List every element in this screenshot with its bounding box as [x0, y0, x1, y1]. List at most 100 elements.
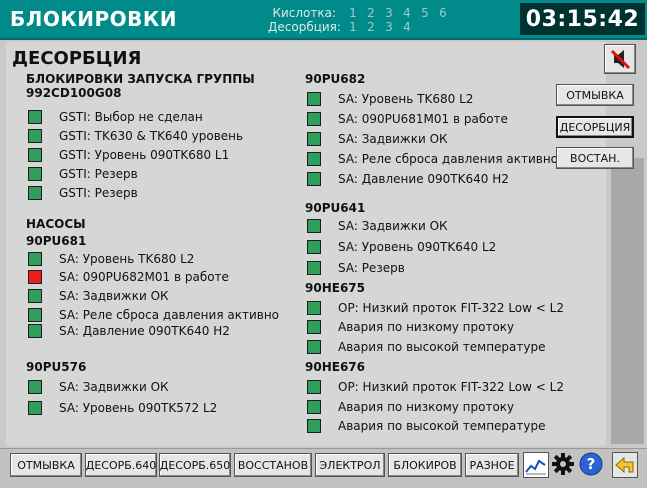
nav-electrol-button[interactable]: ЭЛЕКТРОЛ	[315, 453, 385, 477]
startup-item: GSTI: Резерв	[28, 184, 138, 202]
status-indicator	[307, 240, 321, 254]
item-label: SA: Задвижки ОК	[59, 380, 169, 394]
status-indicator	[307, 112, 321, 126]
item-label: SA: 090PU681M01 в работе	[338, 112, 508, 126]
item-label: Авария по высокой температуре	[338, 340, 546, 354]
status-indicator	[307, 152, 321, 166]
status-indicator	[307, 320, 321, 334]
nav-desorb-640-button[interactable]: ДЕСОРБ.640	[85, 453, 157, 477]
item-label: SA: Реле сброса давления активно	[338, 152, 559, 166]
pump-item: SA: Давление 090TK640 H2	[28, 322, 230, 340]
status-indicator	[307, 419, 321, 433]
nav-restore-button[interactable]: ВОССТАНОВ	[234, 453, 312, 477]
pump-90pu681-title: 90PU681	[26, 234, 87, 248]
desorption-button[interactable]: ДЕСОРБЦИЯ	[556, 116, 634, 138]
trend-chart-icon	[524, 453, 548, 477]
phase-number: 6	[439, 6, 447, 20]
clock: 03:15:42	[520, 3, 645, 35]
back-arrow-icon	[615, 456, 634, 474]
startup-section-title: БЛОКИРОВКИ ЗАПУСКА ГРУППЫ	[26, 72, 255, 86]
exchanger-item: OP: Низкий проток FIT-322 Low < L2	[307, 378, 564, 396]
status-indicator	[28, 401, 42, 415]
status-indicator	[307, 400, 321, 414]
item-label: SA: Давление 090TK640 H2	[338, 172, 509, 186]
nav-interlocks-button[interactable]: БЛОКИРОВ	[388, 453, 462, 477]
item-label: SA: Резерв	[338, 261, 405, 275]
pump-item: SA: Задвижки ОК	[307, 130, 448, 148]
pump-item: SA: Резерв	[307, 259, 405, 277]
scrollbar[interactable]	[611, 158, 644, 444]
pump-item: SA: Задвижки ОК	[307, 217, 448, 235]
phase-number: 5	[421, 6, 429, 20]
pump-90pu682-title: 90PU682	[305, 72, 366, 86]
phase-label: Кислотка:	[272, 6, 336, 20]
mute-alarm-button[interactable]	[604, 44, 636, 74]
item-label: SA: Давление 090TK640 H2	[59, 324, 230, 338]
status-indicator	[28, 167, 42, 181]
startup-item: GSTI: Уровень 090TK680 L1	[28, 146, 229, 164]
settings-button[interactable]	[550, 452, 576, 478]
item-label: OP: Низкий проток FIT-322 Low < L2	[338, 380, 564, 394]
title-bar: БЛОКИРОВКИ Кислотка: 1 2 3 4 5 6 Десорбция: 1 2 3…	[0, 0, 647, 40]
item-label: Авария по высокой температуре	[338, 419, 546, 433]
item-label: SA: Задвижки ОК	[338, 219, 448, 233]
item-label: Авария по низкому протоку	[338, 400, 515, 414]
phase-number: 2	[367, 20, 375, 34]
status-indicator	[307, 340, 321, 354]
item-label: GSTI: Уровень 090TK680 L1	[59, 148, 230, 162]
status-indicator	[28, 252, 42, 266]
trend-button[interactable]	[523, 452, 549, 478]
status-indicator	[28, 148, 42, 162]
app-title: БЛОКИРОВКИ	[10, 7, 177, 31]
back-button[interactable]	[612, 452, 638, 478]
pump-item: SA: Уровень 090TK572 L2	[28, 399, 217, 417]
pump-item: SA: 090PU682M01 в работе	[28, 268, 229, 286]
status-indicator	[28, 324, 42, 338]
item-label: SA: Уровень TK680 L2	[338, 92, 474, 106]
item-label: GSTI: Выбор не сделан	[59, 110, 203, 124]
item-label: SA: Уровень TK680 L2	[59, 252, 195, 266]
item-label: GSTI: Резерв	[59, 186, 138, 200]
svg-text:?: ?	[587, 455, 596, 473]
pump-item: SA: Задвижки ОК	[28, 287, 169, 305]
heat-exchanger-90he675-title: 90HE675	[305, 281, 365, 295]
pump-item: SA: 090PU681M01 в работе	[307, 110, 508, 128]
phase-number: 3	[385, 6, 393, 20]
item-label: GSTI: Резерв	[59, 167, 138, 181]
pump-item: SA: Реле сброса давления активно	[307, 150, 558, 168]
startup-item: GSTI: TK630 & TK640 уровень	[28, 127, 243, 145]
item-label: SA: Задвижки ОК	[338, 132, 448, 146]
pump-90pu576-title: 90PU576	[26, 360, 87, 374]
startup-item: GSTI: Резерв	[28, 165, 138, 183]
status-indicator	[28, 129, 42, 143]
help-button[interactable]: ?	[578, 452, 604, 478]
status-indicator	[28, 110, 42, 124]
startup-item: GSTI: Выбор не сделан	[28, 108, 203, 126]
status-indicator	[307, 261, 321, 275]
nav-wash-button[interactable]: ОТМЫВКА	[10, 453, 82, 477]
item-label: SA: Реле сброса давления активно	[59, 308, 280, 322]
phase-label: Десорбция:	[268, 20, 341, 34]
exchanger-item: Авария по высокой температуре	[307, 338, 546, 356]
item-label: GSTI: TK630 & TK640 уровень	[59, 129, 244, 143]
gear-icon	[552, 453, 574, 475]
phase-acid: Кислотка: 1 2 3 4 5 6	[268, 6, 452, 20]
exchanger-item: Авария по низкому протоку	[307, 318, 514, 336]
speaker-muted-icon	[610, 49, 631, 70]
pump-item: SA: Уровень TK680 L2	[28, 250, 194, 268]
status-indicator	[307, 380, 321, 394]
status-indicator-alarm	[28, 270, 42, 284]
nav-desorb-650-button[interactable]: ДЕСОРБ.650	[159, 453, 231, 477]
phase-number: 4	[403, 20, 411, 34]
pump-item: SA: Уровень TK680 L2	[307, 90, 473, 108]
phase-number: 2	[367, 6, 375, 20]
item-label: OP: Низкий проток FIT-322 Low < L2	[338, 301, 564, 315]
restore-button[interactable]: ВОСТАН.	[556, 147, 634, 169]
group-id: 992CD100G08	[26, 86, 122, 100]
status-indicator	[307, 92, 321, 106]
pump-item: SA: Уровень 090TK640 L2	[307, 238, 496, 256]
wash-button[interactable]: ОТМЫВКА	[556, 84, 634, 106]
nav-misc-button[interactable]: РАЗНОЕ	[465, 453, 519, 477]
exchanger-item: Авария по низкому протоку	[307, 398, 514, 416]
pumps-section-title: НАСОСЫ	[26, 217, 86, 231]
